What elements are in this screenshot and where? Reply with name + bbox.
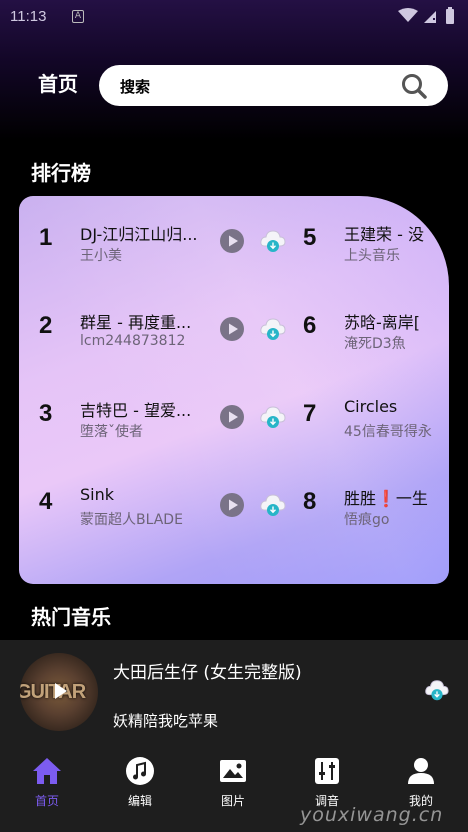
- cloud-download-icon[interactable]: [259, 315, 287, 343]
- search-placeholder: 搜索: [120, 78, 151, 96]
- notification-icon: A: [72, 10, 84, 23]
- watermark: youxiwang.cn: [300, 804, 444, 826]
- cloud-download-icon[interactable]: [259, 491, 287, 519]
- song-artist: 淹死D3魚: [344, 336, 406, 352]
- play-icon[interactable]: [220, 229, 244, 253]
- rank-number: 1: [39, 224, 53, 251]
- person-icon: [408, 758, 434, 784]
- song-title: 吉特巴 - 望爱...: [80, 401, 192, 420]
- play-icon[interactable]: [220, 493, 244, 517]
- play-icon[interactable]: [50, 681, 70, 701]
- song-artist: 王小美: [80, 248, 122, 264]
- rank-number: 6: [303, 312, 317, 339]
- home-icon: [33, 758, 61, 784]
- song-title: DJ-江归江山归...: [80, 225, 198, 244]
- status-time: 11:13: [10, 8, 47, 25]
- rank-number: 4: [39, 488, 53, 515]
- song-title: 王建荣 - 没: [344, 225, 424, 244]
- image-icon: [220, 760, 246, 782]
- song-artist: 悟痕go: [344, 512, 390, 528]
- page-title: 首页: [38, 72, 78, 96]
- play-icon[interactable]: [220, 405, 244, 429]
- music-note-icon: [126, 757, 154, 785]
- equalizer-icon: [315, 758, 339, 784]
- song-title: 苏晗-离岸[: [344, 313, 421, 332]
- nav-label: 首页: [34, 794, 59, 808]
- song-artist: 45信春哥得永: [344, 424, 432, 440]
- rank-item-3[interactable]: 3 吉特巴 - 望爱... 堕落ˇ使者: [39, 392, 309, 452]
- rank-item-2[interactable]: 2 群星 - 再度重... lcm244873812: [39, 304, 309, 364]
- song-artist: 上头音乐: [344, 248, 400, 264]
- album-art: GUITAR: [20, 653, 98, 731]
- rank-item-8[interactable]: 8 胜胜❗一生 悟痕go: [303, 480, 449, 540]
- song-title: Circles: [344, 397, 398, 416]
- rank-item-1[interactable]: 1 DJ-江归江山归... 王小美: [39, 216, 309, 276]
- mini-player[interactable]: GUITAR 大田后生仔 (女生完整版) 妖精陪我吃苹果: [0, 640, 468, 750]
- rank-item-7[interactable]: 7 Circles 45信春哥得永: [303, 392, 449, 452]
- cloud-download-icon[interactable]: [424, 677, 450, 703]
- song-artist: 堕落ˇ使者: [80, 424, 143, 440]
- now-playing-artist: 妖精陪我吃苹果: [113, 712, 219, 730]
- nav-label: 图片: [220, 794, 245, 808]
- nav-label: 编辑: [127, 794, 152, 808]
- now-playing-title: 大田后生仔 (女生完整版): [113, 663, 302, 683]
- ranking-title: 排行榜: [31, 161, 91, 185]
- rank-item-5[interactable]: 5 王建荣 - 没 上头音乐: [303, 216, 449, 276]
- rank-item-6[interactable]: 6 苏晗-离岸[ 淹死D3魚: [303, 304, 449, 364]
- nav-home[interactable]: 首页: [17, 756, 77, 816]
- nav-pictures[interactable]: 图片: [203, 756, 263, 816]
- search-bar[interactable]: 搜索: [99, 65, 448, 106]
- signal-battery-icon: [398, 7, 454, 24]
- status-bar: 11:13 A: [0, 0, 468, 34]
- rank-number: 2: [39, 312, 53, 339]
- hot-music-title: 热门音乐: [31, 605, 111, 629]
- cloud-download-icon[interactable]: [259, 403, 287, 431]
- search-icon[interactable]: [400, 72, 428, 100]
- ranking-card: 1 DJ-江归江山归... 王小美 2 群星 - 再度重... lcm24487…: [19, 196, 449, 584]
- rank-number: 7: [303, 400, 317, 427]
- song-title: 胜胜❗一生: [344, 489, 428, 508]
- rank-number: 8: [303, 488, 317, 515]
- rank-number: 5: [303, 224, 317, 251]
- song-artist: 蒙面超人BLADE: [80, 512, 183, 528]
- play-icon[interactable]: [220, 317, 244, 341]
- song-title: 群星 - 再度重...: [80, 313, 192, 332]
- rank-item-4[interactable]: 4 Sink 蒙面超人BLADE: [39, 480, 309, 540]
- rank-number: 3: [39, 400, 53, 427]
- song-title: Sink: [80, 485, 115, 504]
- song-artist: lcm244873812: [80, 333, 186, 349]
- nav-edit[interactable]: 编辑: [110, 756, 170, 816]
- cloud-download-icon[interactable]: [259, 227, 287, 255]
